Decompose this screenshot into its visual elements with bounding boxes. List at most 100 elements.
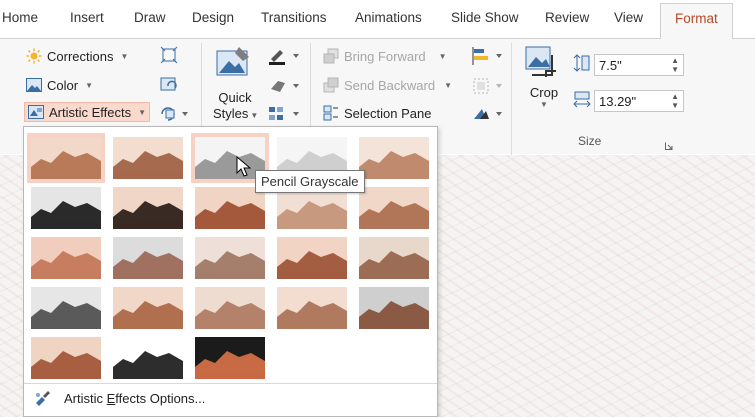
- artistic-effects-options-item[interactable]: Artistic Effects Options...: [34, 389, 205, 407]
- color-label: Color: [47, 77, 79, 93]
- picture-layout-button[interactable]: [268, 105, 302, 123]
- effect-thumbnail[interactable]: [31, 237, 101, 279]
- effect-thumbnail[interactable]: [359, 237, 429, 279]
- mountain-image: [359, 137, 429, 179]
- options-label-accelerator: E: [106, 390, 116, 406]
- chevron-down-icon: ▼: [250, 111, 259, 120]
- quick-styles-icon: [216, 47, 249, 76]
- mountain-image: [195, 187, 265, 229]
- effect-thumbnail[interactable]: [359, 187, 429, 229]
- mountain-image: [277, 237, 347, 279]
- crop-label: Crop: [529, 85, 559, 100]
- reset-picture-icon[interactable]: [160, 105, 190, 123]
- height-input[interactable]: 7.5" ▲ ▼: [594, 54, 684, 76]
- effect-thumbnail[interactable]: [359, 287, 429, 329]
- mouse-pointer-icon: [236, 155, 252, 178]
- pencil-icon: [269, 50, 299, 65]
- tab-format[interactable]: Format: [660, 3, 733, 39]
- spinner-arrows-icon[interactable]: ▲ ▼: [671, 92, 679, 110]
- effect-thumbnail[interactable]: [113, 287, 183, 329]
- effect-thumbnail[interactable]: [31, 187, 101, 229]
- chevron-down-icon: ▼: [138, 107, 147, 117]
- width-input[interactable]: 13.29" ▲ ▼: [594, 90, 684, 112]
- effect-thumbnail[interactable]: [31, 337, 101, 379]
- effect-thumbnail[interactable]: [359, 137, 429, 179]
- quick-styles-button[interactable]: Quick Styles ▼: [213, 45, 259, 135]
- effect-thumbnail[interactable]: [277, 237, 347, 279]
- effect-thumbnail[interactable]: [113, 237, 183, 279]
- options-label-suffix: ffects Options...: [115, 390, 206, 406]
- tab-slide-show[interactable]: Slide Show: [451, 10, 519, 25]
- tab-insert[interactable]: Insert: [70, 10, 104, 25]
- tab-view[interactable]: View: [614, 10, 643, 25]
- selection-pane-button[interactable]: Selection Pane: [323, 105, 431, 121]
- tab-design[interactable]: Design: [192, 10, 234, 25]
- mountain-image: [359, 237, 429, 279]
- effect-thumbnail[interactable]: [277, 187, 347, 229]
- color-button[interactable]: Color ▼: [26, 77, 93, 93]
- group-objects-button[interactable]: [472, 77, 506, 95]
- tab-draw[interactable]: Draw: [134, 10, 166, 25]
- mountain-image: [31, 287, 101, 329]
- artistic-effects-options-label: Artistic Effects Options...: [64, 391, 205, 406]
- bring-forward-button[interactable]: Bring Forward ▼: [323, 48, 447, 64]
- spinner-arrows-icon[interactable]: ▲ ▼: [671, 56, 679, 74]
- mountain-image: [31, 137, 101, 179]
- gallery-divider: [24, 383, 437, 384]
- mountain-image: [31, 187, 101, 229]
- height-value: 7.5": [599, 58, 622, 73]
- effect-thumbnail[interactable]: [195, 187, 265, 229]
- dialog-launcher-icon[interactable]: [665, 138, 673, 150]
- tab-home[interactable]: Home: [2, 10, 38, 25]
- chevron-down-icon: ▼: [540, 100, 548, 109]
- mountain-image: [277, 287, 347, 329]
- group-separator: [511, 43, 512, 155]
- mountain-image: [359, 187, 429, 229]
- size-group-label: Size: [578, 134, 602, 148]
- change-picture-icon[interactable]: [160, 76, 178, 94]
- quick-styles-label-1: Quick: [218, 90, 252, 105]
- artistic-effects-label: Artistic Effects: [49, 104, 132, 120]
- mountain-image: [31, 237, 101, 279]
- tab-review[interactable]: Review: [545, 10, 589, 25]
- mountain-image: [113, 287, 183, 329]
- artistic-effects-button[interactable]: Artistic Effects ▼: [24, 102, 151, 122]
- picture-border-button[interactable]: [268, 47, 302, 65]
- crop-button[interactable]: Crop ▼: [524, 45, 564, 125]
- effect-thumbnail[interactable]: [195, 287, 265, 329]
- effect-tooltip: Pencil Grayscale: [255, 170, 365, 193]
- effect-thumbnail[interactable]: [31, 287, 101, 329]
- mountain-image: [277, 187, 347, 229]
- effect-thumbnail[interactable]: [113, 337, 183, 379]
- layout-icon: [269, 107, 299, 120]
- send-backward-icon: [323, 77, 339, 93]
- effect-thumbnail[interactable]: [27, 133, 105, 183]
- rotate-button[interactable]: [472, 105, 506, 123]
- send-backward-button[interactable]: Send Backward ▼: [323, 77, 452, 93]
- mountain-image: [31, 337, 101, 379]
- compress-pictures-icon[interactable]: [160, 46, 178, 64]
- effect-thumbnail[interactable]: [277, 287, 347, 329]
- options-label-prefix: Artistic: [64, 390, 107, 406]
- align-button[interactable]: [472, 47, 506, 65]
- bring-forward-label: Bring Forward: [344, 48, 426, 64]
- brush-effects-icon: [34, 389, 52, 407]
- corrections-label: Corrections: [47, 48, 114, 64]
- mountain-image: [359, 287, 429, 329]
- bring-forward-icon: [323, 48, 339, 64]
- artistic-effects-gallery: Artistic Effects Options...: [23, 126, 438, 417]
- rotate-icon: [474, 109, 502, 119]
- corrections-button[interactable]: Corrections ▼: [26, 48, 128, 64]
- effect-thumbnail[interactable]: [113, 187, 183, 229]
- effect-thumbnail[interactable]: [113, 137, 183, 179]
- mountain-image: [113, 137, 183, 179]
- mountain-image: [195, 337, 265, 379]
- sun-icon: [26, 48, 42, 64]
- effect-thumbnail[interactable]: [195, 337, 265, 379]
- mountain-image: [195, 287, 265, 329]
- quick-styles-label-2: Styles: [213, 106, 249, 121]
- tab-animations[interactable]: Animations: [355, 10, 422, 25]
- tab-transitions[interactable]: Transitions: [261, 10, 327, 25]
- effect-thumbnail[interactable]: [195, 237, 265, 279]
- picture-effects-button[interactable]: [268, 77, 302, 95]
